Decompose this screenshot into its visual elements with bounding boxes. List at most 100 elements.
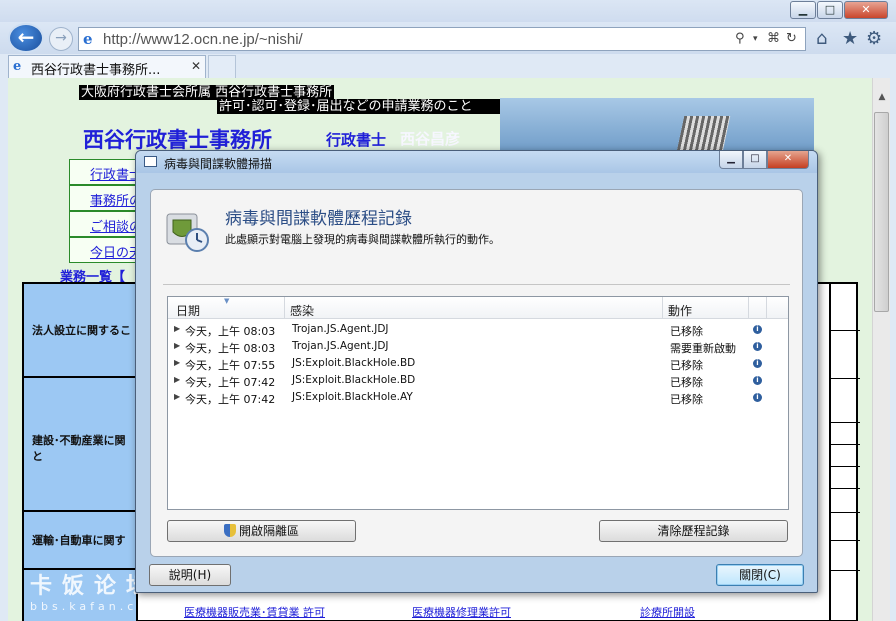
minimize-button[interactable]: ▁ [790,1,816,19]
column-separator [748,297,749,319]
info-icon[interactable]: i [753,393,762,402]
browser-titlebar: ▁ □ ✕ [0,0,896,22]
dialog-description: 此處顯示對電腦上發現的病毒與間諜軟體所執行的動作。 [225,233,500,246]
table-row-divider [829,466,860,467]
dialog-heading: 病毒與間諜軟體歷程記錄 [225,209,412,229]
address-bar[interactable]: e http://www12.ocn.ne.jp/~nishi/ ⚲ ▾ ⌘ ↻ [78,27,806,51]
history-row[interactable]: ▶ 今天，上午 07:42 JS:Exploit.BlackHole.AY 已移… [168,390,788,407]
url-text[interactable]: http://www12.ocn.ne.jp/~nishi/ [103,31,303,48]
ie-tab-icon: e [13,59,22,74]
dialog-close-button[interactable]: ✕ [767,151,809,169]
favorites-star-icon[interactable]: ★ [842,28,858,49]
table-row-divider [829,512,860,513]
dialog-body: 病毒與間諜軟體歷程記錄 此處顯示對電腦上發現的病毒與間諜軟體所執行的動作。 ▼ … [150,189,803,557]
service-category: 法人設立に関するこ [24,284,138,378]
navigation-bar: ← → e http://www12.ocn.ne.jp/~nishi/ ⚲ ▾… [0,22,896,54]
expand-arrow-icon[interactable]: ▶ [174,324,180,333]
row-threat: JS:Exploit.BlackHole.BD [292,357,416,369]
sort-indicator-icon: ▼ [224,297,230,305]
expand-arrow-icon[interactable]: ▶ [174,392,180,401]
forward-button[interactable]: → [49,27,73,51]
office-affiliation-text: 大阪府行政書士会所属 西谷行政書士事務所 [79,85,335,100]
tab-strip: e 西谷行政書士事務所... ✕ [0,54,896,78]
dialog-minimize-button[interactable]: ▁ [719,151,743,169]
info-icon[interactable]: i [753,376,762,385]
scroll-up-arrow-icon[interactable]: ▲ [873,92,891,108]
security-shield-clock-icon [166,213,209,252]
vertical-scrollbar[interactable]: ▲ [872,78,890,621]
info-icon[interactable]: i [753,325,762,334]
clear-history-button[interactable]: 清除歷程記錄 [599,520,788,542]
table-row-divider [829,378,860,379]
history-row[interactable]: ▶ 今天，上午 07:42 JS:Exploit.BlackHole.BD 已移… [168,373,788,390]
banner-photo [500,98,814,156]
home-icon[interactable]: ⌂ [816,28,827,49]
history-row[interactable]: ▶ 今天，上午 08:03 Trojan.JS.Agent.JDJ 已移除 i [168,322,788,339]
close-button[interactable]: 關閉(C) [716,564,804,586]
row-action: 已移除 [670,359,703,372]
column-header-threat[interactable]: 感染 [290,302,314,319]
chevron-down-icon[interactable]: ▾ [753,34,758,44]
expand-arrow-icon[interactable]: ▶ [174,358,180,367]
row-date: 今天，上午 07:42 [185,393,276,406]
expand-arrow-icon[interactable]: ▶ [174,341,180,350]
service-link[interactable]: 医療機器修理業許可 [412,604,511,620]
expand-arrow-icon[interactable]: ▶ [174,375,180,384]
refresh-icon[interactable]: ↻ [786,31,797,46]
column-header-action[interactable]: 動作 [668,302,692,319]
tab-title: 西谷行政書士事務所... [31,63,161,78]
divider [163,284,790,285]
row-threat: Trojan.JS.Agent.JDJ [292,340,389,352]
row-action: 已移除 [670,393,703,406]
column-header-date[interactable]: 日期 [176,302,200,319]
scrollbar-thumb[interactable] [874,112,889,312]
service-category: 運輸･自動車に関す [24,512,138,570]
info-icon[interactable]: i [753,342,762,351]
service-link[interactable]: 医療機器販売業･賃貸業 許可 [184,604,325,620]
table-row-divider [829,330,860,331]
column-separator [284,297,285,319]
table-row-divider [829,444,860,445]
help-button[interactable]: 說明(H) [149,564,231,586]
close-tab-icon[interactable]: ✕ [191,59,201,73]
history-list[interactable]: ▼ 日期 感染 動作 ▶ 今天，上午 08:03 Trojan.JS.Agent… [167,296,789,510]
table-row-divider [829,570,860,571]
row-date: 今天，上午 08:03 [185,342,276,355]
service-category: 建設･不動産業に関と [24,378,138,512]
row-action: 已移除 [670,376,703,389]
window-frame-edge [890,78,896,621]
row-threat: JS:Exploit.BlackHole.BD [292,374,416,386]
row-date: 今天，上午 07:42 [185,376,276,389]
open-quarantine-button[interactable]: 開啟隔離區 [167,520,356,542]
table-row-divider [829,488,860,489]
row-date: 今天，上午 08:03 [185,325,276,338]
virus-scan-dialog: 病毒與間諜軟體掃描 ▁ □ ✕ 病毒與間諜軟體歷程記錄 此處顯示對電腦上發現的病… [135,150,818,593]
site-owner-name: 西谷昌彦 [400,130,461,148]
info-icon[interactable]: i [753,359,762,368]
compatibility-view-icon[interactable]: ⌘ [767,31,780,46]
table-row-divider [829,422,860,423]
office-services-text: 許可･認可･登録･届出などの申請業務のこと [217,99,500,114]
dialog-maximize-button[interactable]: □ [743,151,767,169]
list-header: ▼ 日期 感染 動作 [168,297,788,319]
row-threat: Trojan.JS.Agent.JDJ [292,323,389,335]
new-tab-button[interactable] [208,55,236,78]
window-app-icon [144,156,157,167]
dialog-titlebar: 病毒與間諜軟體掃描 ▁ □ ✕ [136,151,817,173]
row-threat: JS:Exploit.BlackHole.AY [292,391,413,403]
watermark-url: bbs.kafan.cn [30,600,149,613]
service-link[interactable]: 診療所開設 [640,604,695,620]
search-icon[interactable]: ⚲ [735,31,745,46]
back-button[interactable]: ← [8,23,44,53]
gear-icon[interactable]: ⚙ [866,28,882,49]
history-row[interactable]: ▶ 今天，上午 07:55 JS:Exploit.BlackHole.BD 已移… [168,356,788,373]
ie-page-icon: e [83,30,93,48]
column-separator [662,297,663,319]
site-role: 行政書士 [326,131,387,149]
history-row[interactable]: ▶ 今天，上午 08:03 Trojan.JS.Agent.JDJ 需要重新啟動… [168,339,788,356]
maximize-button[interactable]: □ [817,1,843,19]
row-date: 今天，上午 07:55 [185,359,276,372]
browser-tab[interactable]: e 西谷行政書士事務所... ✕ [8,55,206,78]
table-row-divider [829,540,860,541]
close-window-button[interactable]: ✕ [844,1,888,19]
